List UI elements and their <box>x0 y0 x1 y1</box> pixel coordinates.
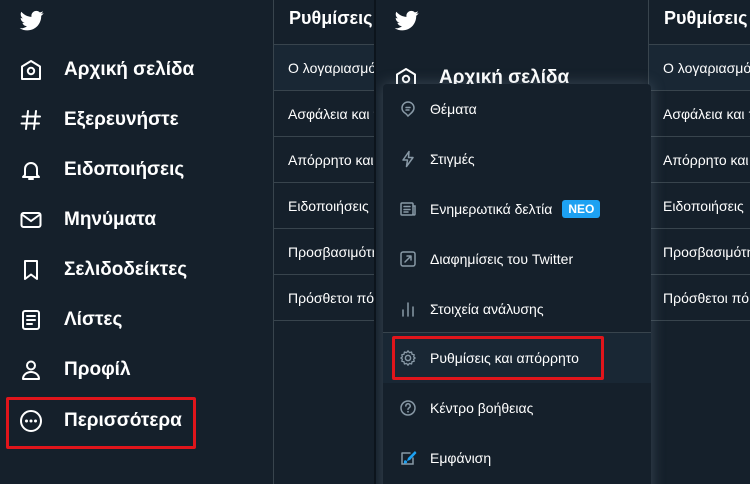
settings-row[interactable]: Πρόσθετοι πόροι <box>274 275 375 321</box>
topics-icon <box>398 99 418 119</box>
settings-list: Ο λογαριασμός σας Ασφάλεια και πρόσβαση … <box>274 44 375 321</box>
settings-row[interactable]: Προσβασιμότητα, προβολή και γλώσσες <box>649 229 750 275</box>
nav-item-explore[interactable]: Εξερευνήστε <box>18 103 179 137</box>
nav-item-messages[interactable]: Μηνύματα <box>18 203 156 237</box>
menu-item-help-center[interactable]: Κέντρο βοήθειας <box>383 383 651 433</box>
menu-item-moments[interactable]: Στιγμές <box>383 134 651 184</box>
highlight-box-settings-privacy <box>392 336 604 380</box>
menu-item-display[interactable]: Εμφάνιση <box>383 433 651 483</box>
settings-row[interactable]: Ο λογαριασμός σας <box>649 45 750 91</box>
settings-title: Ρυθμίσεις και απόρρητο <box>289 8 375 28</box>
profile-icon <box>18 357 44 383</box>
nav-item-home-label: Αρχική σελίδα <box>64 59 195 80</box>
settings-row[interactable]: Ο λογαριασμός σας <box>274 45 375 91</box>
new-badge: ΝΕΟ <box>562 200 601 218</box>
nav-item-notifications-label: Ειδοποιήσεις <box>64 159 185 180</box>
bell-icon <box>18 157 44 183</box>
nav-item-lists-label: Λίστες <box>64 309 123 330</box>
menu-item-analytics-label: Στοιχεία ανάλυσης <box>430 301 544 317</box>
twitter-logo-icon[interactable] <box>18 8 46 32</box>
nav-item-lists[interactable]: Λίστες <box>18 303 122 337</box>
settings-row[interactable]: Ειδοποιήσεις <box>649 183 750 229</box>
menu-item-display-label: Εμφάνιση <box>430 450 492 466</box>
twitter-logo-icon[interactable] <box>393 8 421 32</box>
nav-item-notifications[interactable]: Ειδοποιήσεις <box>18 153 184 187</box>
menu-item-newsletters-label: Ενημερωτικά δελτία <box>430 201 553 217</box>
settings-row[interactable]: Ασφάλεια και πρόσβαση λογαριασμού <box>649 91 750 137</box>
analytics-icon <box>398 299 418 319</box>
settings-row[interactable]: Απόρρητο και ασφάλεια <box>274 137 375 183</box>
highlight-box-more <box>6 397 196 449</box>
menu-item-newsletters[interactable]: Ενημερωτικά δελτία ΝΕΟ <box>383 184 651 234</box>
menu-item-help-center-label: Κέντρο βοήθειας <box>430 400 534 416</box>
menu-item-topics[interactable]: Θέματα <box>383 84 651 134</box>
nav-item-profile-label: Προφίλ <box>64 359 131 380</box>
settings-title: Ρυθμίσεις και απόρρητο <box>664 8 750 28</box>
settings-row[interactable]: Ασφάλεια και πρόσβαση λογαριασμού <box>274 91 375 137</box>
menu-item-moments-label: Στιγμές <box>430 151 475 167</box>
nav-item-home[interactable]: Αρχική σελίδα <box>18 53 194 87</box>
nav-item-bookmarks[interactable]: Σελιδοδείκτες <box>18 253 187 287</box>
nav-item-messages-label: Μηνύματα <box>64 209 156 230</box>
home-icon <box>18 57 44 83</box>
newsletters-icon <box>398 199 418 219</box>
menu-item-topics-label: Θέματα <box>430 101 477 117</box>
screenshot-split-divider <box>374 0 376 484</box>
moments-icon <box>398 149 418 169</box>
nav-item-bookmarks-label: Σελιδοδείκτες <box>64 259 188 280</box>
right-screenshot-pane: Αρχική σελίδα Ρυθμίσεις και απόρρητο Ο λ… <box>375 0 750 484</box>
ads-icon <box>398 249 418 269</box>
hashtag-icon <box>18 107 44 133</box>
bookmark-icon <box>18 257 44 283</box>
list-icon <box>18 307 44 333</box>
mail-icon <box>18 207 44 233</box>
left-screenshot-pane: Αρχική σελίδα Εξερευνήστε Ειδοποιήσεις Μ… <box>0 0 375 484</box>
display-icon <box>398 448 418 468</box>
nav-item-profile[interactable]: Προφίλ <box>18 353 131 387</box>
settings-row[interactable]: Προσβασιμότητα, προβολή και γλώσσες <box>274 229 375 275</box>
menu-item-analytics[interactable]: Στοιχεία ανάλυσης <box>383 284 651 334</box>
menu-item-twitter-ads-label: Διαφημίσεις του Twitter <box>430 251 574 267</box>
help-icon <box>398 398 418 418</box>
settings-row[interactable]: Πρόσθετοι πόροι <box>649 275 750 321</box>
nav-item-explore-label: Εξερευνήστε <box>64 109 179 130</box>
settings-row[interactable]: Απόρρητο και ασφάλεια <box>649 137 750 183</box>
more-dropdown-menu: Θέματα Στιγμές Ενημερωτικά δελτία ΝΕΟ Δι… <box>383 84 651 484</box>
settings-row[interactable]: Ειδοποιήσεις <box>274 183 375 229</box>
menu-item-twitter-ads[interactable]: Διαφημίσεις του Twitter <box>383 234 651 284</box>
settings-list: Ο λογαριασμός σας Ασφάλεια και πρόσβαση … <box>649 44 750 321</box>
